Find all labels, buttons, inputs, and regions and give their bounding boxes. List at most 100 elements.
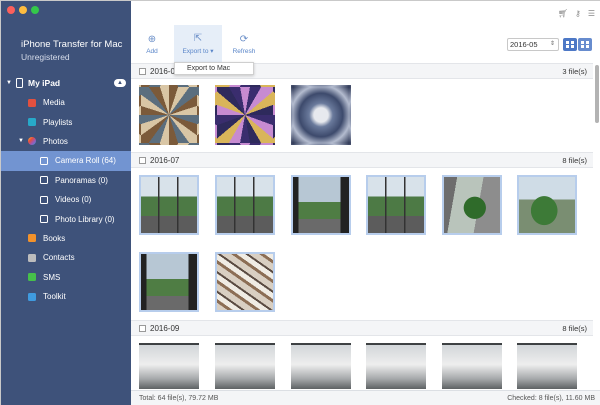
group-date: 2016-0: [150, 66, 175, 76]
sidebar-item-label: Photos: [43, 136, 68, 146]
photo-thumbnail[interactable]: [139, 252, 199, 312]
sidebar-item-videos[interactable]: Videos (0): [1, 190, 131, 209]
media-icon: [28, 98, 36, 107]
sidebar-item-label: Photo Library (0): [55, 214, 115, 224]
device-row[interactable]: ▼ My iPad ▲: [1, 75, 131, 91]
group-date: 2016-07: [150, 155, 180, 165]
camera-icon: [40, 176, 48, 185]
sidebar-item-label: Media: [43, 98, 65, 108]
photo-thumbnail[interactable]: [366, 343, 426, 389]
photo-thumbnail[interactable]: [517, 175, 577, 235]
sidebar-item-label: Contacts: [43, 253, 75, 263]
sidebar-item-panoramas[interactable]: Panoramas (0): [1, 171, 131, 190]
sidebar-item-label: Videos (0): [55, 195, 92, 205]
photo-thumbnail[interactable]: [215, 175, 275, 235]
window-controls: [7, 6, 39, 14]
sidebar-item-camera-roll[interactable]: Camera Roll (64): [1, 151, 131, 171]
plus-icon: ⊕: [147, 33, 157, 45]
group-checkbox[interactable]: [139, 67, 146, 75]
refresh-button[interactable]: ⟳ Refresh: [229, 25, 259, 63]
app-window: iPhone Transfer for Mac Unregistered ▼ M…: [0, 0, 600, 405]
scrollbar-thumb[interactable]: [595, 65, 599, 123]
grid-view-button[interactable]: [563, 38, 577, 51]
sidebar-nav: Media Playlists ▼ Photos Camera Roll (64…: [1, 93, 131, 306]
photo-thumbnail[interactable]: [442, 175, 502, 235]
sidebar-item-label: SMS: [43, 272, 61, 282]
export-to-mac-menu-item[interactable]: Export to Mac: [174, 62, 254, 75]
sidebar-item-label: Panoramas (0): [55, 175, 108, 185]
menu-icon[interactable]: ☰: [588, 9, 595, 18]
playlists-icon: [28, 118, 36, 127]
date-filter-select[interactable]: 2016-05 ⇕: [507, 38, 559, 51]
device-name: My iPad: [28, 78, 61, 88]
minimize-window-button[interactable]: [19, 6, 27, 14]
date-filter-value: 2016-05: [510, 40, 538, 49]
app-title: iPhone Transfer for Mac: [21, 39, 123, 50]
toolkit-icon: [28, 292, 36, 301]
sidebar-item-media[interactable]: Media: [1, 93, 131, 112]
photo-thumbnail[interactable]: [291, 175, 351, 235]
sidebar-item-label: Playlists: [43, 117, 73, 127]
chevron-down-icon[interactable]: ▼: [4, 80, 14, 86]
camera-icon: [40, 215, 48, 224]
photo-thumbnail[interactable]: [215, 85, 275, 145]
sidebar-item-label: Books: [43, 233, 66, 243]
sidebar-item-label: Camera Roll (64): [55, 156, 116, 166]
add-button[interactable]: ⊕ Add: [141, 25, 163, 63]
export-label-text: Export to: [182, 48, 209, 55]
photo-thumbnail[interactable]: [215, 343, 275, 389]
sidebar-item-toolkit[interactable]: Toolkit: [1, 287, 131, 306]
vertical-scrollbar[interactable]: [594, 63, 600, 389]
photo-thumbnail[interactable]: [139, 175, 199, 235]
photo-thumbnail[interactable]: [442, 343, 502, 389]
photo-thumbnail[interactable]: [517, 343, 577, 389]
sidebar: iPhone Transfer for Mac Unregistered ▼ M…: [1, 1, 131, 405]
total-status: Total: 64 file(s), 79.72 MB: [139, 394, 219, 402]
photos-icon: [28, 137, 36, 146]
group-header: 2016-09 8 file(s): [131, 320, 593, 336]
add-label: Add: [146, 47, 158, 55]
group-date: 2016-09: [150, 323, 180, 333]
photo-thumbnail[interactable]: [366, 175, 426, 235]
photo-grid: 2016-0 3 file(s) 2016-07 8 file(s) 2016-…: [131, 63, 593, 389]
photo-thumbnail[interactable]: [291, 343, 351, 389]
export-icon: ⇱: [193, 33, 203, 44]
zoom-window-button[interactable]: [31, 6, 39, 14]
status-bar: Total: 64 file(s), 79.72 MB Checked: 8 f…: [131, 390, 600, 405]
refresh-label: Refresh: [232, 47, 256, 55]
photo-thumbnail[interactable]: [215, 252, 275, 312]
sidebar-item-contacts[interactable]: Contacts: [1, 248, 131, 267]
books-icon: [28, 234, 36, 243]
cart-icon[interactable]: 🛒︎: [558, 9, 568, 18]
chevron-down-icon[interactable]: ▼: [16, 138, 26, 144]
ipad-icon: [16, 78, 23, 88]
photo-thumbnail[interactable]: [139, 343, 199, 389]
thumbnail-view-button[interactable]: [578, 38, 592, 51]
group-header: 2016-07 8 file(s): [131, 152, 593, 168]
export-button[interactable]: ⇱ Export to ▾: [174, 25, 222, 63]
sidebar-item-sms[interactable]: SMS: [1, 268, 131, 287]
group-count: 8 file(s): [562, 323, 587, 333]
checked-status: Checked: 8 file(s), 11.60 MB: [507, 394, 595, 402]
contacts-icon: [28, 253, 36, 262]
top-right-icons: 🛒︎ ⚷ ☰: [558, 9, 595, 18]
registration-status: Unregistered: [21, 52, 70, 62]
camera-icon: [40, 156, 48, 165]
photo-thumbnail[interactable]: [139, 85, 199, 145]
sidebar-item-books[interactable]: Books: [1, 229, 131, 248]
group-count: 8 file(s): [562, 155, 587, 165]
export-label: Export to ▾: [182, 47, 213, 55]
caret-down-icon: ▾: [210, 48, 214, 55]
sidebar-item-photo-library[interactable]: Photo Library (0): [1, 209, 131, 228]
photo-thumbnail[interactable]: [291, 85, 351, 145]
sidebar-item-photos[interactable]: ▼ Photos: [1, 132, 131, 151]
close-window-button[interactable]: [7, 6, 15, 14]
group-checkbox[interactable]: [139, 324, 146, 332]
sidebar-item-label: Toolkit: [43, 292, 66, 302]
select-arrows-icon: ⇕: [549, 41, 555, 47]
sidebar-item-playlists[interactable]: Playlists: [1, 112, 131, 131]
group-count: 3 file(s): [562, 66, 587, 76]
group-checkbox[interactable]: [139, 156, 146, 164]
key-icon[interactable]: ⚷: [575, 9, 581, 18]
eject-icon[interactable]: ▲: [114, 79, 126, 87]
